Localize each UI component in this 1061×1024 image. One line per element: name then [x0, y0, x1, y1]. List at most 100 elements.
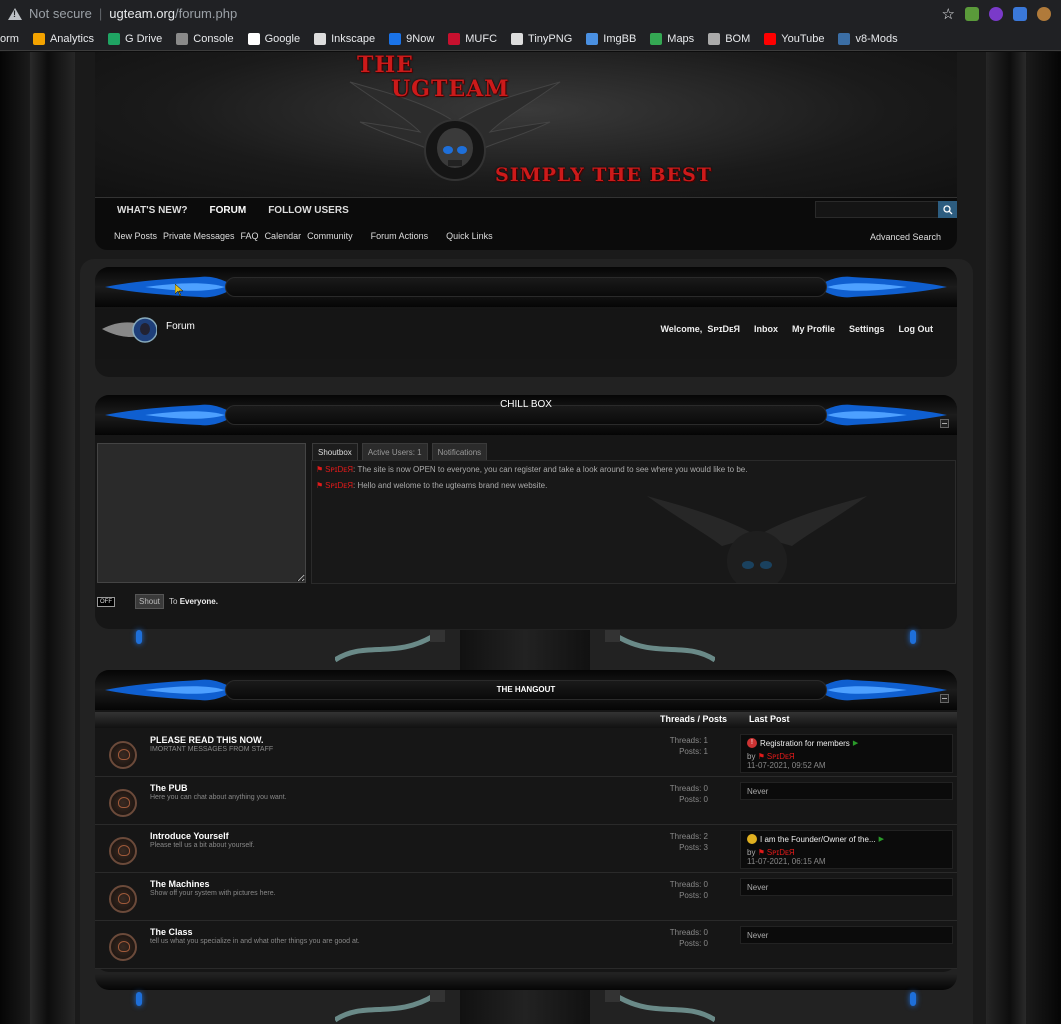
username-link[interactable]: SᴘɪDᴇЯ [707, 324, 740, 334]
last-post: ! Registration for members ▶ by ⚑ SᴘɪDᴇЯ 11… [740, 734, 953, 773]
bookmark-item[interactable]: YouTube [764, 32, 824, 45]
alert-icon: ! [747, 738, 757, 748]
pipe-decoration [335, 990, 445, 1023]
forum-description: Show off your system with pictures here. [150, 890, 276, 897]
nav-sub-link[interactable]: Private Messages [163, 231, 235, 241]
forum-title[interactable]: PLEASE READ THIS NOW. [150, 735, 264, 745]
nav-sub-link[interactable]: FAQ [241, 231, 259, 241]
forum-row[interactable]: Introduce Yourself Please tell us a bit … [95, 826, 957, 873]
bookmark-favicon-icon [32, 32, 45, 45]
bookmark-item[interactable]: Console [176, 32, 234, 45]
toolbar-extensions: ☆ [942, 0, 1061, 27]
forum-row[interactable]: PLEASE READ THIS NOW. IMORTANT MESSAGES … [95, 730, 957, 777]
forum-row[interactable]: The PUB Here you can chat about anything… [95, 778, 957, 825]
bookmark-favicon-icon [247, 32, 260, 45]
forum-stats: Threads: 0 Posts: 0 [669, 880, 708, 900]
bookmark-item[interactable]: G Drive [107, 32, 162, 45]
address-bar[interactable]: Not secure | ugteam.org/forum.php ☆ [0, 0, 1061, 27]
sound-toggle[interactable]: OFF [97, 597, 115, 607]
bg-column [30, 52, 75, 1024]
forum-row: Forum Welcome, SᴘɪDᴇЯ Inbox My Profile S… [95, 309, 957, 359]
pipe-decoration [335, 630, 445, 663]
bookmark-item[interactable]: ImgBB [586, 32, 636, 45]
forum-title[interactable]: The Machines [150, 879, 210, 889]
shout-user[interactable]: SᴘɪDᴇЯ [325, 465, 353, 474]
forum-stats: Threads: 1 Posts: 1 [669, 736, 708, 756]
last-post-title[interactable]: I am the Founder/Owner of the... [760, 835, 876, 844]
profile-link[interactable]: My Profile [792, 324, 835, 334]
url-path[interactable]: /forum.php [175, 6, 237, 21]
extension-icon[interactable] [1013, 6, 1027, 21]
last-post-date: 11-07-2021, 06:15 AM [747, 857, 826, 866]
header-bar [225, 277, 827, 297]
advanced-search-link[interactable]: Advanced Search [870, 232, 941, 242]
collapse-icon[interactable] [940, 419, 949, 428]
search-input[interactable] [815, 201, 939, 218]
bookmark-star-icon[interactable]: ☆ [942, 5, 955, 23]
forum-stats: Threads: 2 Posts: 3 [669, 832, 708, 852]
nav-sub-link[interactable]: Calendar [265, 231, 302, 241]
logout-link[interactable]: Log Out [899, 324, 934, 334]
go-arrow-icon[interactable]: ▶ [879, 835, 884, 843]
nav-sub-link[interactable]: Forum Actions [371, 231, 429, 241]
shout-target: To Everyone. [169, 597, 218, 606]
bookmark-item[interactable]: Inkscape [314, 32, 375, 45]
user-links: Welcome, SᴘɪDᴇЯ Inbox My Profile Setting… [660, 324, 933, 334]
security-label[interactable]: Not secure [29, 6, 92, 21]
forum-title[interactable]: The Class [150, 927, 193, 937]
forum-row[interactable]: The Machines Show off your system with p… [95, 874, 957, 921]
nav-tab[interactable]: WHAT'S NEW? [117, 205, 188, 216]
bookmark-favicon-icon [389, 32, 402, 45]
bookmark-item[interactable]: orm [0, 33, 19, 45]
extension-icon[interactable] [1037, 6, 1051, 21]
forum-row[interactable]: The Class tell us what you specialize in… [95, 922, 957, 969]
bookmark-item[interactable]: Google [247, 32, 300, 45]
bookmark-item[interactable]: Analytics [32, 32, 94, 45]
inbox-link[interactable]: Inbox [754, 324, 778, 334]
nav-sub-link[interactable]: Quick Links [446, 231, 493, 241]
last-post-user[interactable]: SᴘɪDᴇЯ [767, 752, 795, 761]
nav-tab[interactable]: FORUM [210, 205, 247, 216]
shout-user[interactable]: SᴘɪDᴇЯ [325, 481, 353, 490]
bookmark-favicon-icon [708, 32, 721, 45]
site-banner[interactable]: THE UGTEAM SIMPLY THE BEST [95, 52, 957, 198]
url-host[interactable]: ugteam.org [109, 6, 175, 21]
block-footer [95, 974, 957, 990]
shout-input[interactable] [97, 443, 306, 583]
light-decoration [910, 992, 916, 1006]
forum-title[interactable]: The PUB [150, 783, 188, 793]
moon-icon[interactable] [989, 6, 1003, 21]
bookmark-item[interactable]: BOM [708, 32, 750, 45]
nav-tab[interactable]: FOLLOW USERS [268, 205, 349, 216]
forum-welcome-block: Forum Welcome, SᴘɪDᴇЯ Inbox My Profile S… [95, 267, 957, 377]
bookmark-item[interactable]: Maps [650, 32, 694, 45]
flag-icon: ⚑ [757, 848, 765, 857]
last-post-title[interactable]: Registration for members [760, 739, 850, 748]
light-decoration [136, 630, 142, 644]
forum-description: IMORTANT MESSAGES FROM STAFF [150, 746, 274, 753]
last-post-user[interactable]: SᴘɪDᴇЯ [767, 848, 795, 857]
nav-sub-link[interactable]: Community [307, 231, 353, 241]
extension-icon[interactable] [965, 6, 979, 21]
bookmark-item[interactable]: MUFC [448, 32, 497, 45]
bookmark-item[interactable]: TinyPNG [511, 32, 572, 45]
shout-button[interactable]: Shout [135, 594, 164, 609]
bookmark-favicon-icon [107, 32, 120, 45]
nav-sub-link[interactable]: New Posts [114, 231, 157, 241]
pipe-decoration [605, 630, 715, 663]
bookmark-favicon-icon [650, 32, 663, 45]
last-post: Never [740, 926, 953, 944]
settings-link[interactable]: Settings [849, 324, 885, 334]
pillar-decoration [460, 630, 590, 670]
collapse-icon[interactable] [940, 694, 949, 703]
forum-title[interactable]: Introduce Yourself [150, 831, 229, 841]
brand-tagline: SIMPLY THE BEST [495, 164, 712, 186]
flag-icon: ⚑ [316, 481, 324, 490]
watermark-skull-icon [647, 496, 867, 583]
bookmark-item[interactable]: v8-Mods [838, 32, 898, 45]
go-arrow-icon[interactable]: ▶ [853, 739, 858, 747]
bookmark-favicon-icon [511, 32, 524, 45]
search-button[interactable] [938, 201, 957, 218]
bookmark-item[interactable]: 9Now [389, 32, 434, 45]
forum-label[interactable]: Forum [166, 321, 195, 332]
